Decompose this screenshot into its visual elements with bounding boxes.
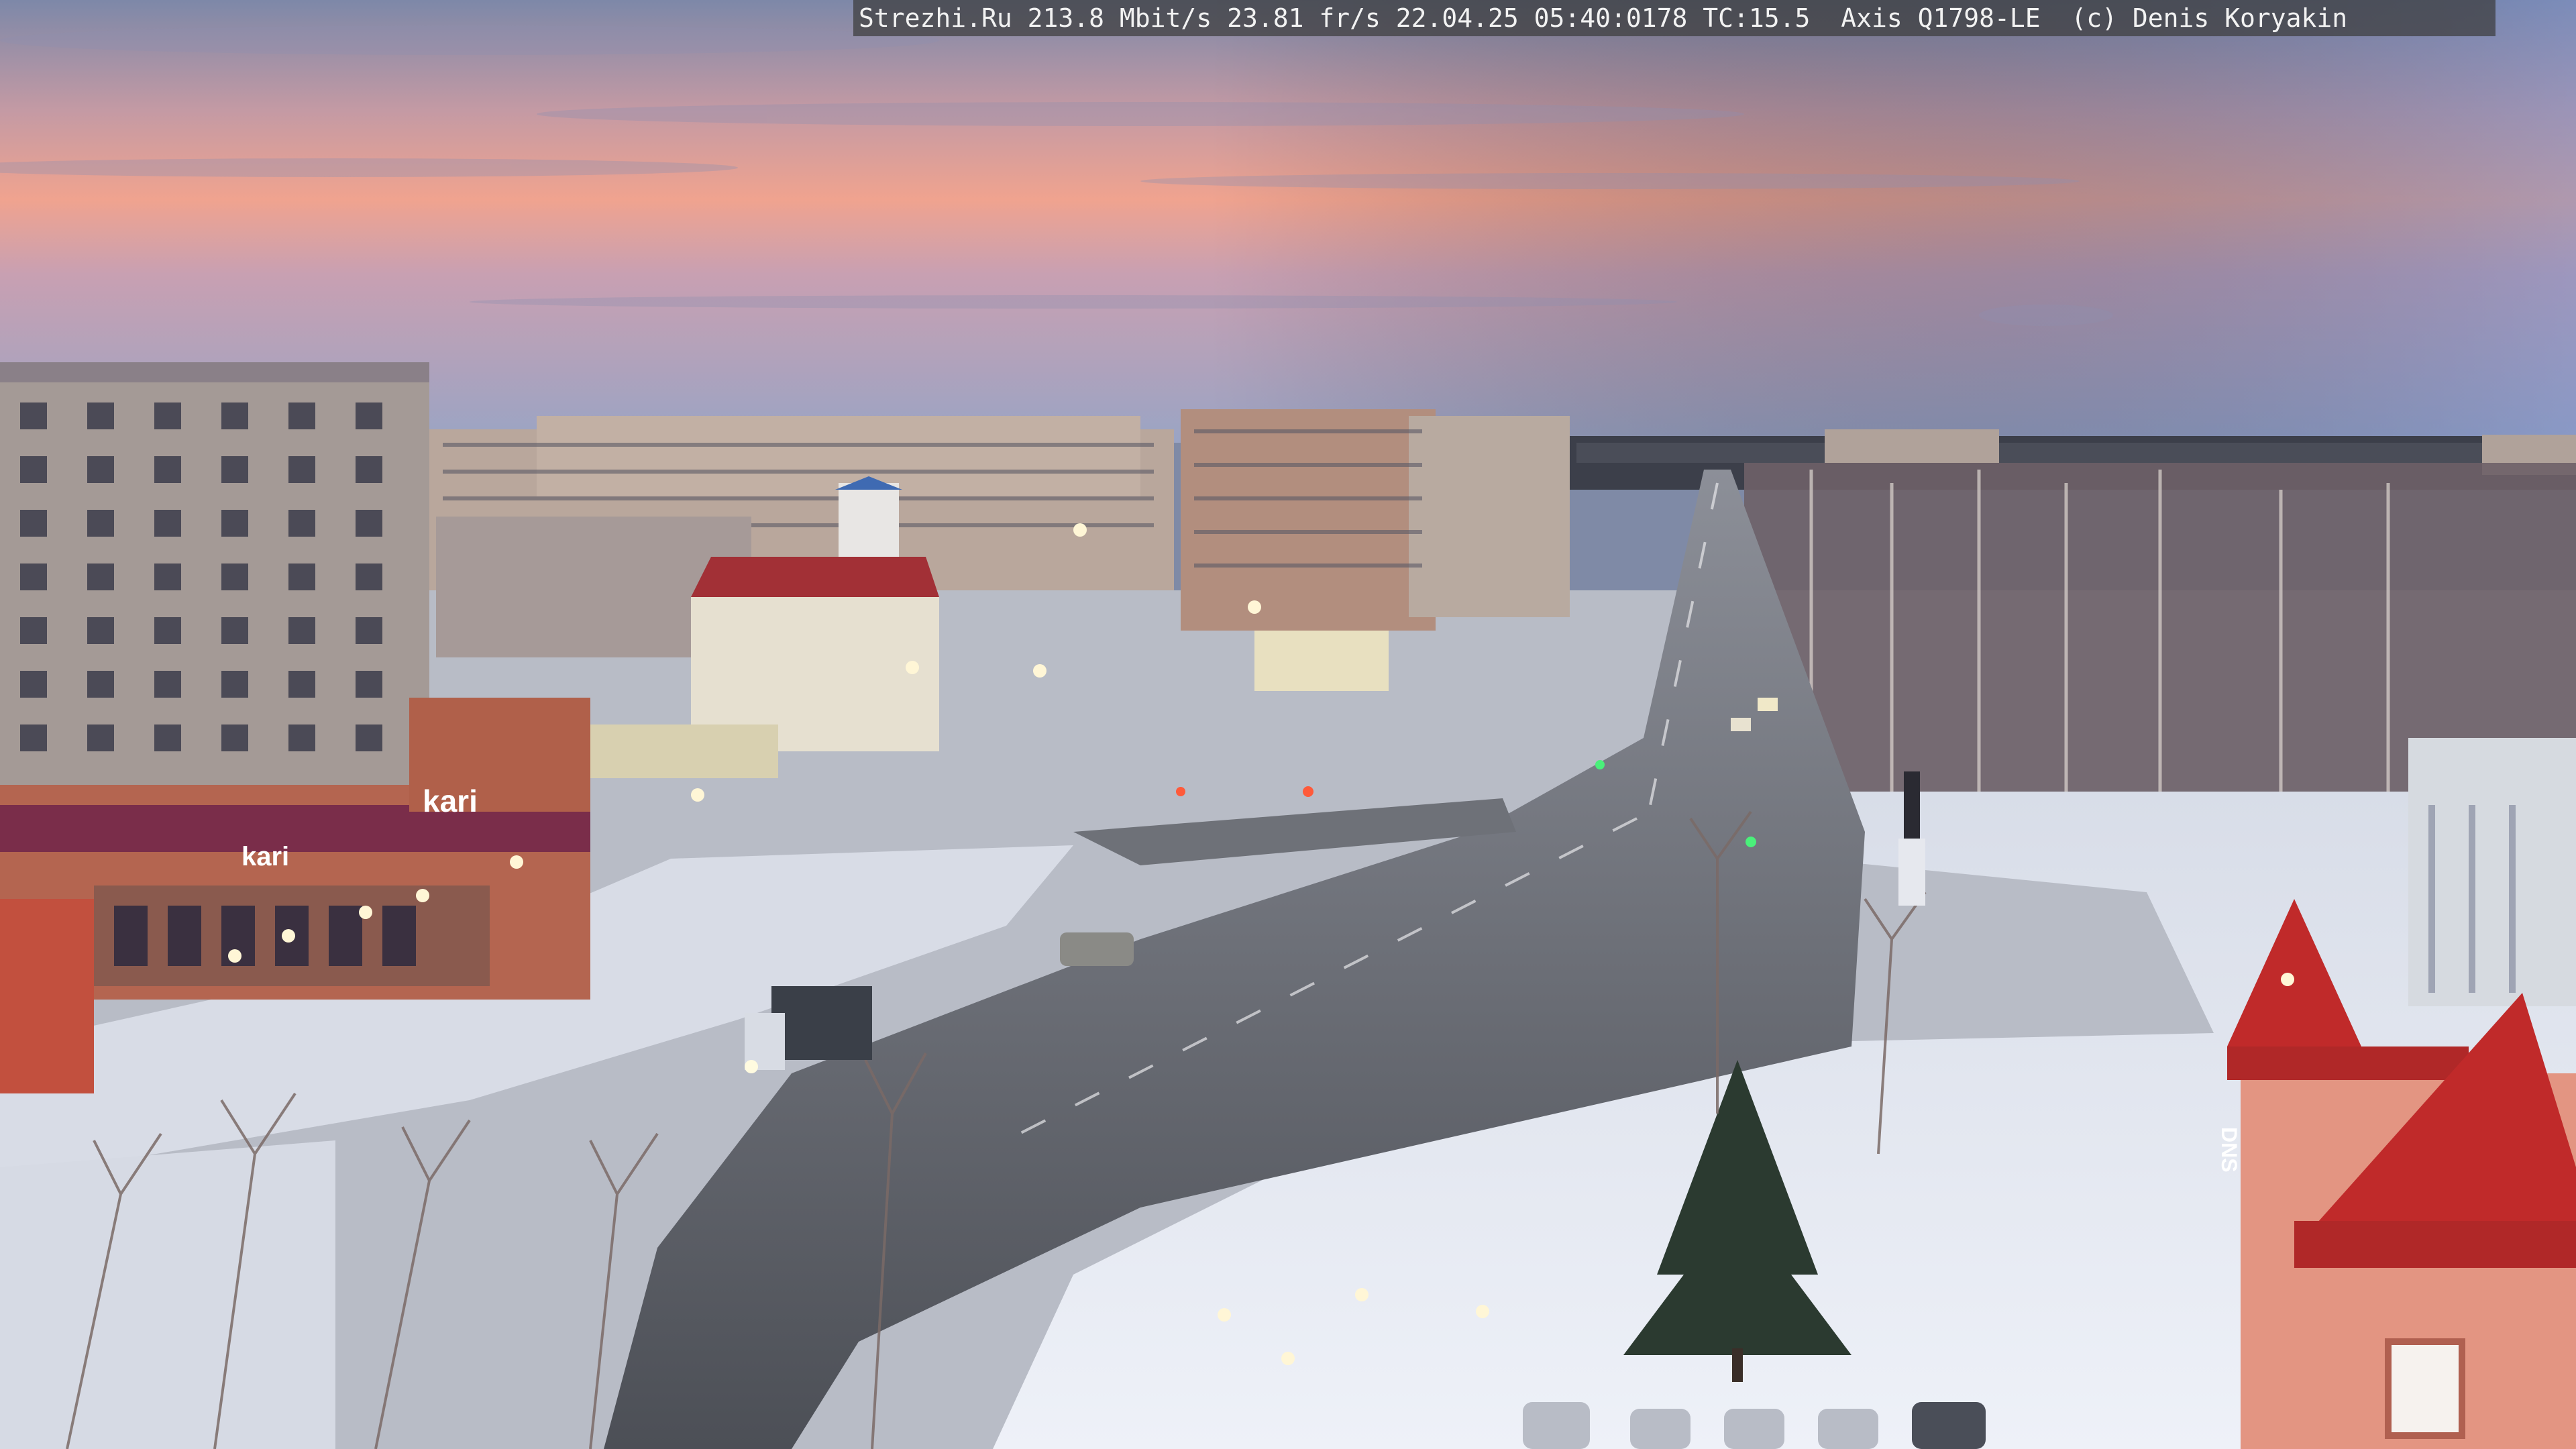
camera-info-overlay: Strezhi.Ru 213.8 Mbit/s 23.81 fr/s 22.04… bbox=[853, 0, 2496, 36]
left-apartment-block bbox=[0, 362, 429, 798]
store-sign-kari-2: kari bbox=[241, 842, 289, 871]
oncoming-car bbox=[1731, 718, 1751, 731]
suv bbox=[1060, 932, 1134, 966]
building-sign: DNS bbox=[2217, 1127, 2241, 1173]
oncoming-car-2 bbox=[1758, 698, 1778, 711]
webcam-scene: kari kari DNS bbox=[0, 0, 2576, 1449]
store-sign-kari: kari bbox=[423, 784, 478, 818]
snow-bottom-left bbox=[0, 1140, 335, 1449]
